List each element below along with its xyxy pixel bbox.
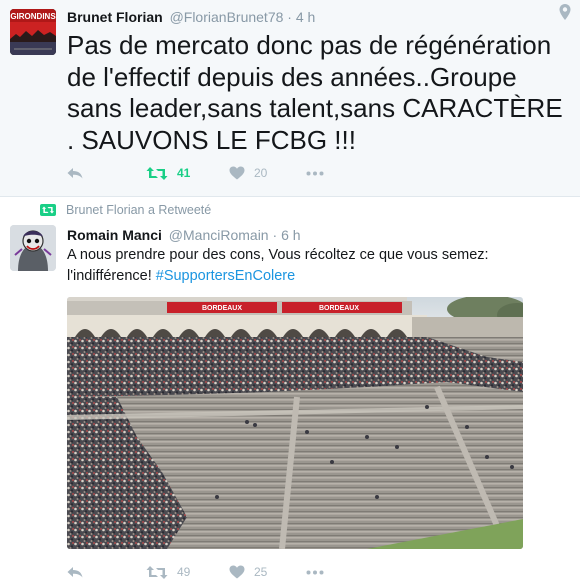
author-handle[interactable]: @ManciRomain [169,227,269,243]
separator-dot: · [272,227,278,243]
reply-button[interactable] [66,166,146,180]
author-name[interactable]: Romain Manci [67,227,162,243]
avatar-image: GIRONDINS [10,9,56,55]
heart-icon [229,565,245,579]
reply-icon [67,168,83,179]
reply-icon [67,567,83,578]
like-button[interactable]: 20 [229,166,306,180]
tweet-1[interactable]: GIRONDINS Brunet Florian @FlorianBrunet7… [0,0,580,196]
reply-button[interactable] [66,565,146,579]
hashtag-link[interactable]: #SupportersEnColere [156,268,295,284]
photo-banner-left: BORDEAUX [202,305,242,312]
avatar-romain-manci[interactable] [10,225,56,271]
retweet-count: 49 [177,565,191,579]
tweet-1-text: Pas de mercato donc pas de régénération … [67,30,563,155]
more-icon [306,171,324,175]
tweet-1-header: Brunet Florian @FlorianBrunet78 · 4 h [67,9,315,25]
retweet-button[interactable]: 41 [146,166,229,181]
more-button[interactable] [306,171,324,176]
tweet-2-actions: 49 25 [66,561,324,583]
retweet-count: 41 [177,166,191,180]
like-count: 20 [254,166,268,180]
tweet-1-actions: 41 20 [66,162,324,184]
tweet-time[interactable]: 6 h [281,227,300,243]
retweet-context-label: Brunet Florian a Retweeté [66,203,212,217]
tweet-2-text: A nous prendre pour des cons, Vous récol… [67,245,567,287]
tweet-2-photo[interactable]: BORDEAUX BORDEAUX [67,297,523,549]
photo-banner-right: BORDEAUX [319,305,359,312]
avatar-image [10,225,56,271]
retweet-button[interactable]: 49 [146,565,229,580]
retweet-context-icon [40,204,56,216]
stadium-photo: BORDEAUX BORDEAUX [67,297,523,549]
tweet-2-header: Romain Manci @ManciRomain · 6 h [67,227,301,243]
avatar-logo-text: GIRONDINS [10,12,56,21]
more-button[interactable] [306,570,324,575]
like-count: 25 [254,565,268,579]
like-button[interactable]: 25 [229,565,306,579]
retweet-icon [146,565,168,579]
avatar-brunet-florian[interactable]: GIRONDINS [10,9,56,55]
author-handle[interactable]: @FlorianBrunet78 [170,9,284,25]
more-icon [306,570,324,574]
heart-icon [229,166,245,180]
location-pin-icon[interactable] [558,3,572,21]
tweet-time[interactable]: 4 h [296,9,315,25]
retweet-context[interactable]: Brunet Florian a Retweeté [40,203,211,217]
retweet-icon [146,166,168,180]
author-name[interactable]: Brunet Florian [67,9,163,25]
separator-dot: · [287,9,292,25]
